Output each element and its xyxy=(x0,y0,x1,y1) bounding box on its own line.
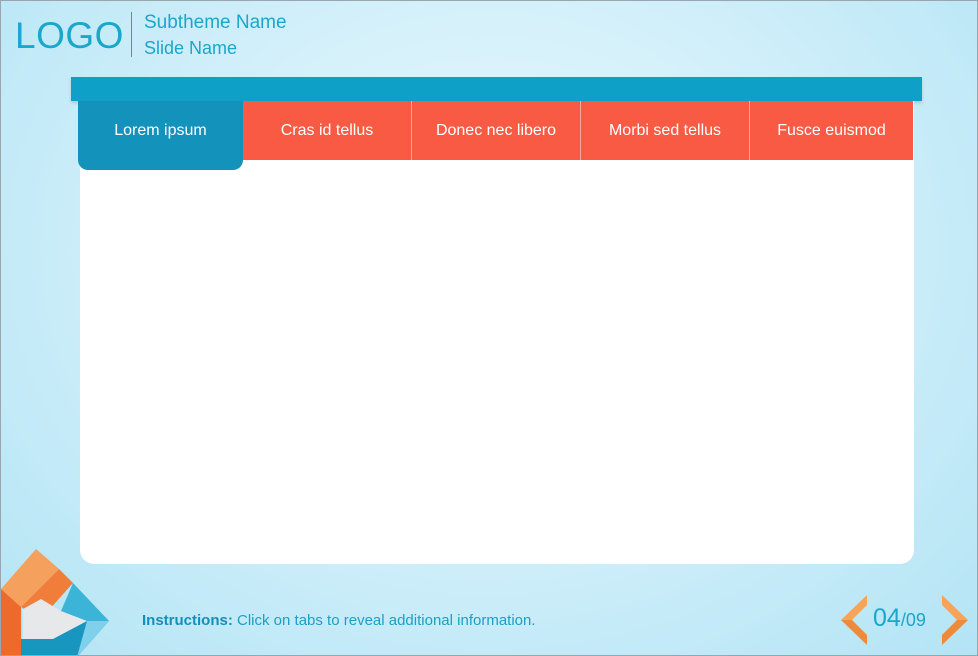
tab-lorem-ipsum[interactable]: Lorem ipsum xyxy=(78,101,243,170)
tab-morbi-sed-tellus[interactable]: Morbi sed tellus xyxy=(581,101,750,160)
slide: LOGO Subtheme Name Slide Name Lorem ipsu… xyxy=(0,0,978,656)
slide-name: Slide Name xyxy=(144,38,238,58)
tab-cras-id-tellus[interactable]: Cras id tellus xyxy=(243,101,412,160)
content-panel xyxy=(80,101,914,564)
subtheme-name: Subtheme Name xyxy=(144,12,287,33)
corner-decoration-icon xyxy=(1,549,111,655)
page-total: /09 xyxy=(900,610,926,630)
logo: LOGO xyxy=(15,15,124,56)
instructions-text: Click on tabs to reveal additional infor… xyxy=(237,612,536,629)
instructions: Instructions: Click on tabs to reveal ad… xyxy=(142,612,536,629)
header-divider xyxy=(131,12,132,57)
page-current: 04 xyxy=(873,604,901,632)
chevron-right-icon[interactable] xyxy=(942,595,968,645)
page-indicator: 04/09 xyxy=(873,604,926,633)
tab-donec-nec-libero[interactable]: Donec nec libero xyxy=(412,101,581,160)
content-top-bar xyxy=(71,77,922,101)
tab-fusce-euismod[interactable]: Fusce euismod xyxy=(750,101,913,160)
tab-bar: Lorem ipsum Cras id tellus Donec nec lib… xyxy=(78,101,913,170)
instructions-label: Instructions: xyxy=(142,612,233,629)
chevron-left-icon[interactable] xyxy=(841,595,867,645)
